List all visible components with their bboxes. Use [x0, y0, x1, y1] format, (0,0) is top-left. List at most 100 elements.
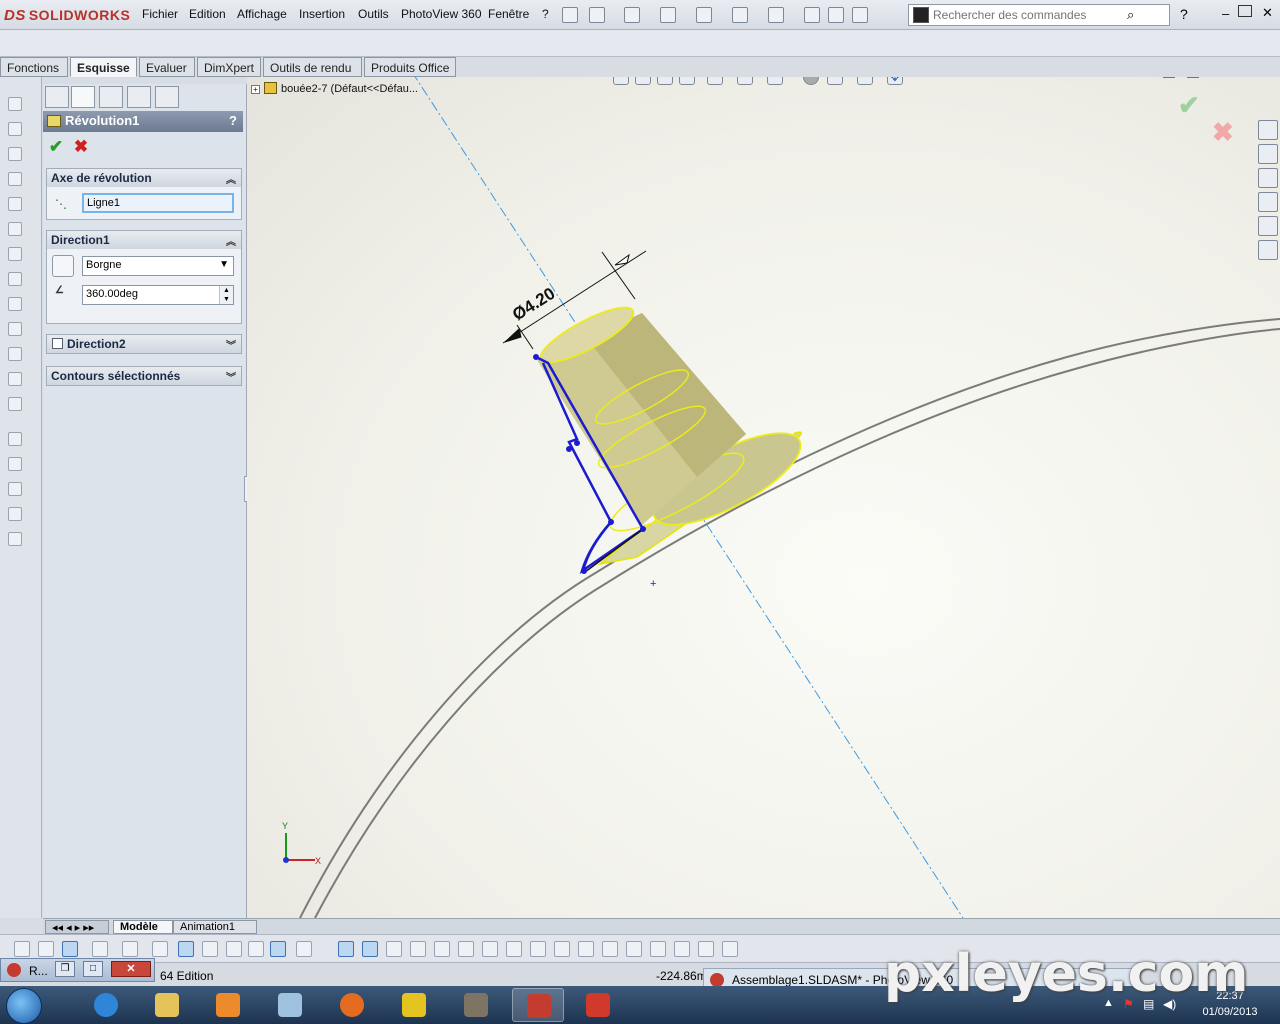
menu-affichage[interactable]: Affichage	[237, 7, 287, 21]
view-orientation-icon[interactable]	[707, 77, 723, 85]
command-search[interactable]: ⌕	[908, 4, 1170, 26]
previous-view-icon[interactable]	[657, 77, 673, 85]
curves-icon[interactable]	[8, 507, 22, 521]
taskbar-firefox[interactable]	[326, 988, 378, 1022]
filter-mesh-icon[interactable]	[650, 941, 666, 957]
direction2-header[interactable]: Direction2 ︾	[47, 335, 241, 353]
menu-help[interactable]: ?	[542, 7, 549, 21]
cut-extrude-icon[interactable]	[8, 222, 22, 236]
taskbar-puzzle-app[interactable]	[388, 988, 440, 1022]
help-icon[interactable]: ?	[1180, 6, 1188, 22]
direction2-checkbox[interactable]	[52, 338, 63, 349]
contours-header[interactable]: Contours sélectionnés ︾	[47, 367, 241, 385]
tab-fonctions[interactable]: Fonctions	[0, 57, 68, 77]
tile-right-icon[interactable]	[1187, 77, 1199, 78]
solidworks-logo[interactable]: DS SOLIDWORKS	[4, 4, 130, 26]
tab-scroll-arrows[interactable]: ◂◂ ◂ ▸ ▸▸	[45, 920, 109, 934]
tab-animation1[interactable]: Animation1	[173, 920, 257, 934]
taskbar-solidworks-1[interactable]	[512, 988, 564, 1022]
collapse-icon[interactable]: ︽	[226, 171, 236, 186]
rib-icon[interactable]	[8, 322, 22, 336]
select-icon[interactable]	[768, 7, 784, 23]
home-icon[interactable]	[1258, 120, 1278, 140]
filter-blocks-icon[interactable]	[554, 941, 570, 957]
filter-datum-icon[interactable]	[482, 941, 498, 957]
file-explorer-icon[interactable]	[1258, 168, 1278, 188]
angle-field[interactable]: 360.00deg ▲ ▼	[82, 285, 234, 305]
pin-icon[interactable]	[562, 7, 578, 23]
cursor-select-icon[interactable]	[92, 941, 108, 957]
instant3d-icon[interactable]	[8, 532, 22, 546]
custom-properties-icon[interactable]	[1258, 240, 1278, 260]
start-button[interactable]	[6, 988, 42, 1024]
section-view-icon[interactable]	[679, 77, 695, 85]
configuration-manager-tab-icon[interactable]	[99, 86, 123, 108]
feature-manager-tab-icon[interactable]	[45, 86, 69, 108]
menu-edition[interactable]: Edition	[189, 7, 226, 21]
filter-cut-icon[interactable]	[722, 941, 738, 957]
filter-all-icon[interactable]	[62, 941, 78, 957]
filter-midpoints-icon[interactable]	[338, 941, 354, 957]
filter-clear-icon[interactable]	[38, 941, 54, 957]
filter-connection-icon[interactable]	[602, 941, 618, 957]
filter-solids-icon[interactable]	[674, 941, 690, 957]
loft-icon[interactable]	[8, 172, 22, 186]
shell-icon[interactable]	[8, 372, 22, 386]
close-icon[interactable]: ✕	[1262, 5, 1273, 21]
filter-sketch-points-icon[interactable]	[270, 941, 286, 957]
revolve-type-select[interactable]: Borgne ▼	[82, 256, 234, 276]
mirror-icon[interactable]	[8, 457, 22, 471]
pattern-icon[interactable]	[8, 297, 22, 311]
dome-icon[interactable]	[8, 432, 22, 446]
dimxpert-manager-tab-icon[interactable]	[127, 86, 151, 108]
filter-faces-icon[interactable]	[178, 941, 194, 957]
view-settings-icon[interactable]	[857, 77, 873, 85]
search-input[interactable]	[933, 8, 1123, 22]
tab-esquisse[interactable]: Esquisse	[70, 57, 137, 77]
print-icon[interactable]	[696, 7, 712, 23]
filter-sketch-segments-icon[interactable]	[296, 941, 312, 957]
tab-produits-office[interactable]: Produits Office	[364, 57, 456, 77]
menu-photoview[interactable]: PhotoView 360	[401, 7, 482, 21]
expand-icon[interactable]: ︾	[226, 337, 236, 352]
collapse-icon[interactable]: ︽	[226, 233, 236, 248]
taskbar-calculator[interactable]	[264, 988, 316, 1022]
expand-icon[interactable]: ︾	[226, 369, 236, 384]
minimize-icon[interactable]: –	[1222, 6, 1229, 21]
close-button[interactable]: ✕	[111, 961, 151, 977]
filter-dimensions-icon[interactable]	[386, 941, 402, 957]
tab-modele[interactable]: Modèle	[113, 920, 173, 934]
filter-axes-icon[interactable]	[226, 941, 242, 957]
menu-fenetre[interactable]: Fenêtre	[488, 7, 529, 21]
cancel-button[interactable]: ✖	[72, 138, 90, 156]
zoom-area-icon[interactable]	[635, 77, 651, 85]
file-properties-icon[interactable]	[828, 7, 844, 23]
ok-button[interactable]: ✔	[47, 138, 65, 156]
zoom-to-fit-icon[interactable]	[613, 77, 629, 85]
filter-geometric-tolerance-icon[interactable]	[434, 941, 450, 957]
doc-close-icon[interactable]: ✕	[1252, 77, 1262, 78]
taskbar-solidworks-2[interactable]	[572, 988, 624, 1022]
direction1-header[interactable]: Direction1 ︽	[47, 231, 241, 249]
sweep-icon[interactable]	[8, 147, 22, 161]
filter-centerline-icon[interactable]	[698, 941, 714, 957]
view-palette-icon[interactable]	[1258, 192, 1278, 212]
taskbar-internet-explorer[interactable]	[80, 988, 132, 1022]
taskbar-media-player[interactable]	[202, 988, 254, 1022]
apply-scene-icon[interactable]	[827, 77, 843, 85]
confirm-corner-cancel[interactable]: ✖	[1212, 117, 1234, 148]
help-button[interactable]: ?	[229, 113, 237, 128]
filter-vertices-icon[interactable]	[122, 941, 138, 957]
filter-notes-icon[interactable]	[458, 941, 474, 957]
design-library-icon[interactable]	[1258, 144, 1278, 164]
rebuild-icon[interactable]	[804, 7, 820, 23]
boundary-icon[interactable]	[8, 197, 22, 211]
filter-planes-icon[interactable]	[248, 941, 264, 957]
filter-surfaces-icon[interactable]	[202, 941, 218, 957]
reverse-direction-icon[interactable]	[52, 255, 74, 277]
menu-insertion[interactable]: Insertion	[299, 7, 345, 21]
save-icon[interactable]	[660, 7, 676, 23]
axis-group-header[interactable]: Axe de révolution ︽	[47, 169, 241, 187]
filter-cosmetic-thread-icon[interactable]	[530, 941, 546, 957]
filter-surface-finish-icon[interactable]	[410, 941, 426, 957]
